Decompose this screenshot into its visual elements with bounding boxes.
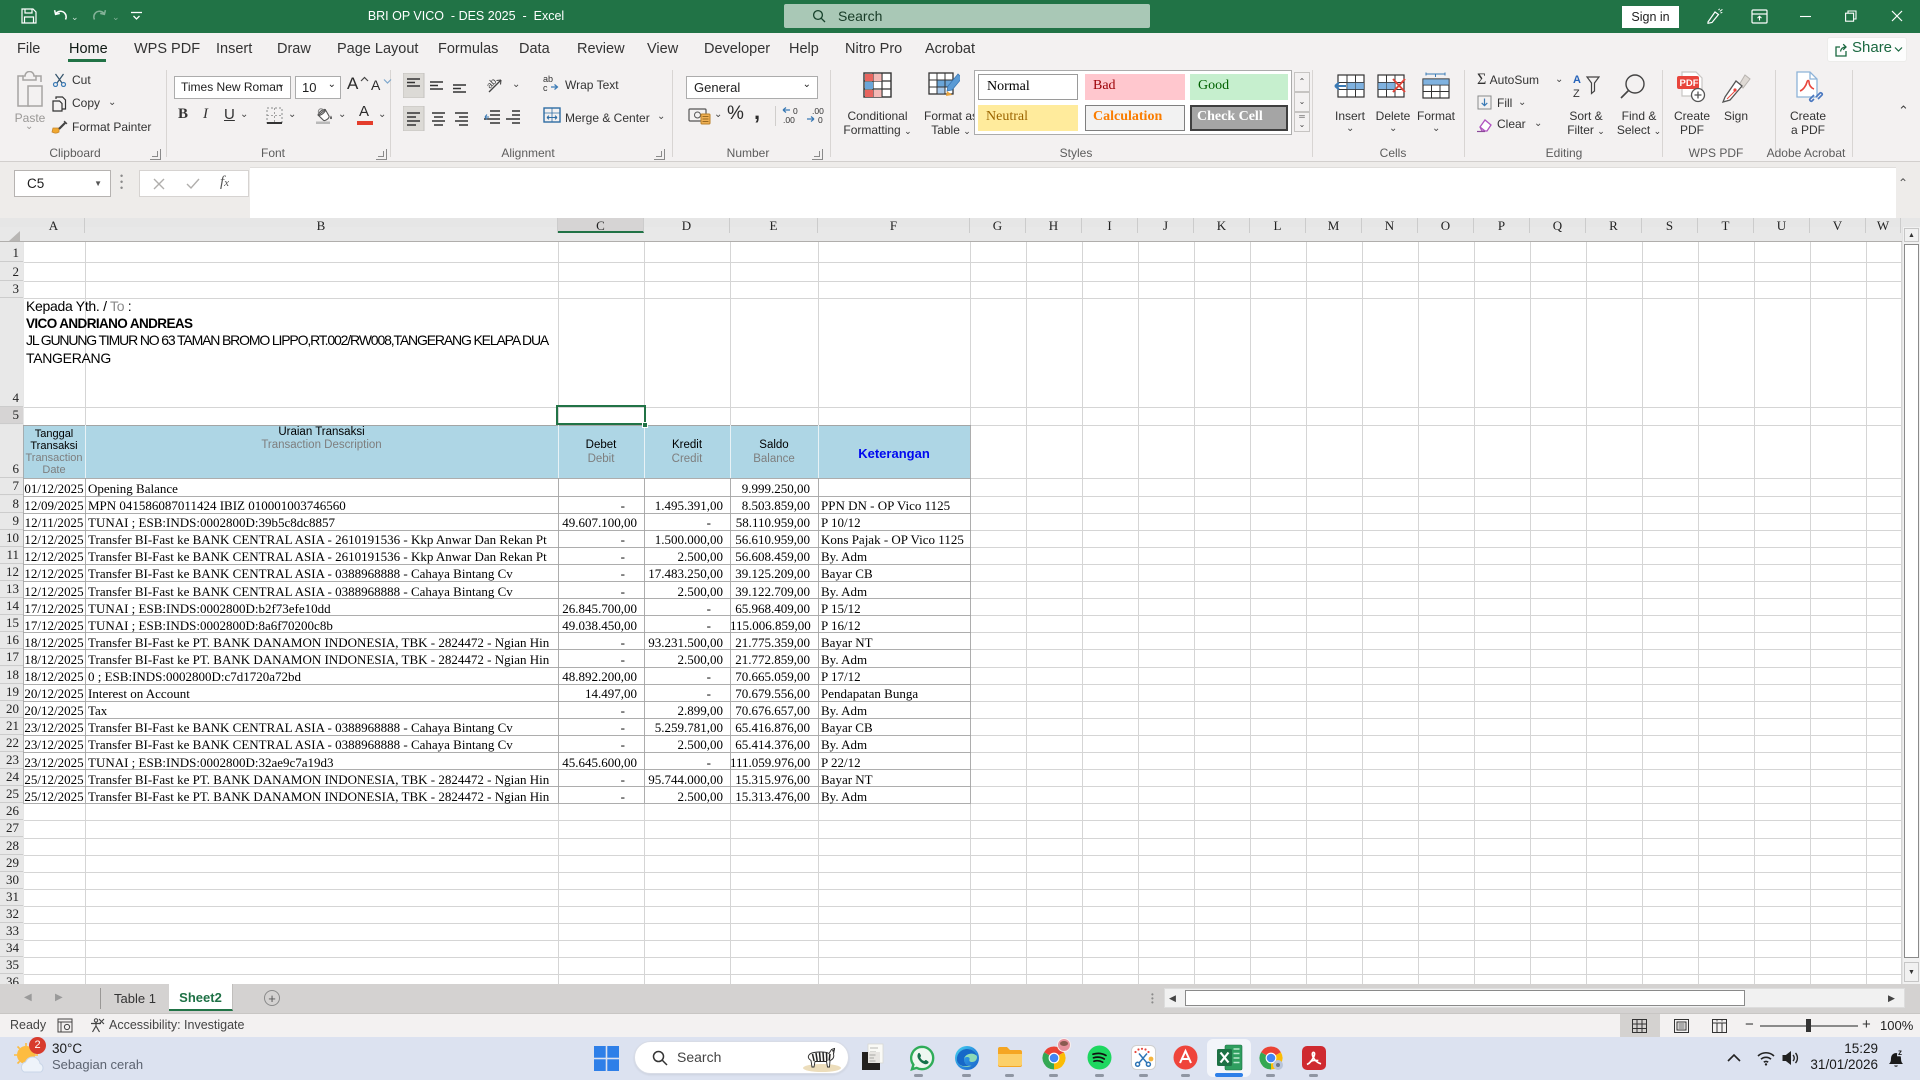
- svg-text:PDF: PDF: [1680, 78, 1699, 89]
- svg-text:0: 0: [818, 115, 823, 125]
- svg-text:Z: Z: [1573, 88, 1580, 100]
- svg-text:A: A: [1573, 74, 1581, 86]
- svg-text:ab: ab: [486, 76, 498, 90]
- svg-text:z: z: [1898, 1048, 1902, 1057]
- svg-text:.00: .00: [783, 115, 795, 125]
- svg-text:c: c: [543, 83, 548, 92]
